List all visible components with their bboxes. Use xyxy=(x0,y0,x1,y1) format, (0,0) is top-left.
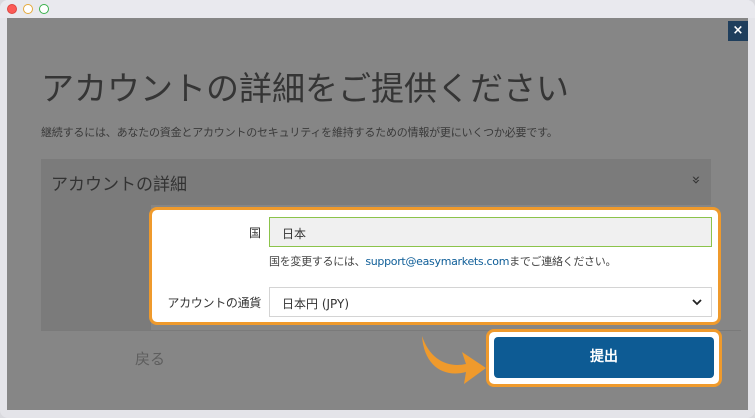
currency-selected-value: 日本円 (JPY) xyxy=(282,297,350,311)
country-help-text: 国を変更するには、support@easymarkets.comまでご連絡くださ… xyxy=(269,253,717,269)
dimmed-background-panel xyxy=(41,205,151,331)
country-field[interactable]: 日本 xyxy=(269,217,712,247)
page-title: アカウントの詳細をご提供ください xyxy=(41,69,569,108)
support-email-link[interactable]: support@easymarkets.com xyxy=(365,255,509,268)
country-label: 国 xyxy=(248,226,261,240)
highlighted-form-card: 国 日本 国を変更するには、support@easymarkets.comまでご… xyxy=(149,207,721,325)
back-button[interactable]: 戻る xyxy=(135,348,165,369)
window-minimize-button[interactable] xyxy=(23,4,33,14)
help-prefix: 国を変更するには、 xyxy=(269,255,366,268)
currency-label: アカウントの通貨 xyxy=(167,296,261,310)
currency-select[interactable]: 日本円 (JPY) xyxy=(269,287,712,317)
browser-window: × アカウントの詳細をご提供ください 継続するには、あなたの資金とアカウントのセ… xyxy=(0,0,755,418)
submit-button[interactable]: 提出 xyxy=(494,337,714,378)
pointer-arrow-icon xyxy=(422,336,486,384)
highlighted-submit-frame: 提出 xyxy=(486,329,722,387)
help-suffix: までご連絡ください。 xyxy=(509,255,617,268)
section-title: アカウントの詳細 xyxy=(51,175,187,195)
window-titlebar xyxy=(0,0,755,18)
account-details-section-header[interactable]: アカウントの詳細 » xyxy=(41,159,711,205)
chevron-down-icon: » xyxy=(687,175,706,185)
page-subtitle: 継続するには、あなたの資金とアカウントのセキュリティを維持するための情報が更にい… xyxy=(41,126,558,139)
chevron-down-icon xyxy=(692,299,702,306)
window-close-button[interactable] xyxy=(7,4,17,14)
window-maximize-button[interactable] xyxy=(39,4,49,14)
close-icon[interactable]: × xyxy=(728,21,748,41)
